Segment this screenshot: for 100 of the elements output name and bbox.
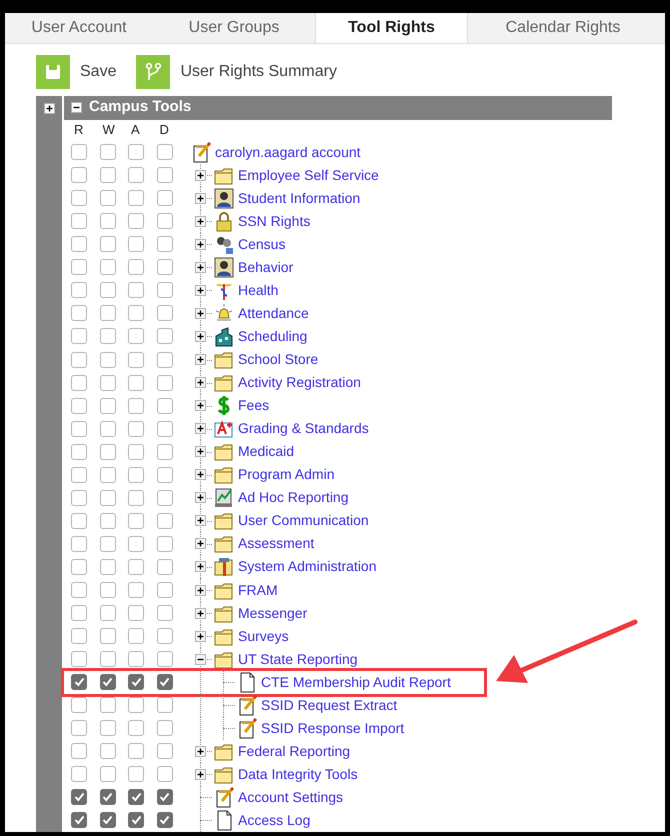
checkbox[interactable] [156, 605, 172, 622]
expand-toggle-icon[interactable] [195, 216, 206, 227]
tab[interactable]: User Account [5, 13, 153, 44]
expand-toggle-icon[interactable] [195, 515, 206, 526]
checkbox[interactable] [71, 558, 87, 575]
tool-link[interactable]: Federal Reporting [238, 740, 350, 762]
checkbox[interactable] [156, 674, 172, 690]
checkbox[interactable] [100, 282, 116, 298]
expand-toggle-icon[interactable] [195, 238, 206, 250]
checkbox[interactable] [100, 444, 116, 460]
expand-toggle-icon[interactable] [195, 746, 206, 757]
checkbox[interactable] [128, 444, 144, 460]
checkbox[interactable] [156, 536, 172, 552]
summary-button[interactable]: User Rights Summary [136, 55, 347, 90]
checkbox[interactable] [100, 674, 116, 690]
checkbox[interactable] [100, 236, 116, 252]
checkbox[interactable] [156, 328, 172, 344]
checkbox[interactable] [71, 144, 87, 160]
tool-link[interactable]: Health [238, 280, 278, 301]
tool-link[interactable]: Ad Hoc Reporting [238, 487, 349, 508]
tool-link[interactable]: Program Admin [238, 464, 334, 486]
checkbox[interactable] [128, 305, 144, 322]
checkbox[interactable] [71, 420, 87, 437]
save-icon[interactable] [36, 55, 70, 90]
checkbox[interactable] [156, 743, 172, 760]
tool-link[interactable]: Account Settings [238, 786, 344, 808]
checkbox[interactable] [100, 374, 116, 391]
checkbox[interactable] [156, 512, 172, 529]
checkbox[interactable] [128, 789, 144, 806]
expand-toggle-icon[interactable] [195, 608, 206, 619]
checkbox[interactable] [71, 444, 87, 460]
checkbox[interactable] [156, 812, 172, 828]
checkbox[interactable] [71, 490, 87, 506]
expand-toggle-icon[interactable] [195, 330, 206, 342]
tool-link[interactable]: Activity Registration [238, 372, 361, 394]
tool-link[interactable]: Behavior [238, 256, 294, 278]
checkbox[interactable] [71, 398, 87, 414]
checkbox[interactable] [71, 259, 87, 276]
tool-link[interactable]: Access Log [238, 810, 310, 831]
checkbox[interactable] [71, 352, 87, 368]
checkbox[interactable] [156, 466, 172, 483]
tab[interactable]: User Groups [153, 13, 315, 44]
checkbox[interactable] [128, 697, 144, 714]
checkbox[interactable] [71, 213, 87, 230]
tool-link[interactable]: FRAM [238, 580, 278, 600]
checkbox[interactable] [156, 789, 172, 806]
checkbox[interactable] [128, 743, 144, 760]
checkbox[interactable] [71, 328, 87, 344]
checkbox[interactable] [128, 213, 144, 230]
checkbox[interactable] [100, 558, 116, 575]
expand-toggle-icon[interactable] [195, 538, 206, 550]
checkbox[interactable] [71, 512, 87, 529]
checkbox[interactable] [71, 305, 87, 322]
checkbox[interactable] [128, 536, 144, 552]
checkbox[interactable] [128, 512, 144, 529]
checkbox[interactable] [156, 398, 172, 414]
checkbox[interactable] [128, 374, 144, 391]
checkbox[interactable] [156, 144, 172, 160]
checkbox[interactable] [100, 766, 116, 782]
checkbox[interactable] [128, 282, 144, 298]
checkbox[interactable] [128, 190, 144, 206]
checkbox[interactable] [71, 582, 87, 598]
checkbox[interactable] [128, 236, 144, 252]
expand-toggle-icon[interactable] [195, 262, 206, 273]
checkbox[interactable] [100, 743, 116, 760]
checkbox[interactable] [71, 674, 87, 690]
checkbox[interactable] [71, 812, 87, 828]
tool-link[interactable]: Employee Self Service [238, 164, 379, 186]
tool-link[interactable]: Attendance [238, 302, 309, 324]
expand-toggle-icon[interactable] [195, 284, 206, 296]
tool-link[interactable]: System Administration [238, 556, 376, 578]
checkbox[interactable] [71, 605, 87, 622]
checkbox[interactable] [100, 605, 116, 622]
checkbox[interactable] [71, 743, 87, 760]
checkbox[interactable] [128, 352, 144, 368]
tool-link[interactable]: SSID Response Import [261, 718, 404, 739]
checkbox[interactable] [100, 512, 116, 529]
expand-toggle-icon[interactable] [195, 400, 206, 412]
checkbox[interactable] [128, 328, 144, 344]
checkbox[interactable] [156, 420, 172, 437]
checkbox[interactable] [71, 466, 87, 483]
checkbox[interactable] [100, 398, 116, 414]
expand-toggle-icon[interactable] [195, 170, 206, 181]
expand-toggle-icon[interactable] [195, 630, 206, 642]
checkbox[interactable] [128, 144, 144, 160]
checkbox[interactable] [100, 466, 116, 483]
checkbox[interactable] [71, 628, 87, 644]
tool-link[interactable]: Grading & Standards [238, 418, 369, 440]
checkbox[interactable] [156, 305, 172, 322]
tool-link[interactable]: Messenger [238, 602, 308, 624]
expand-toggle-icon[interactable] [195, 377, 206, 388]
tab[interactable]: Tool Rights [315, 13, 468, 44]
tool-link[interactable]: CTE Membership Audit Report [261, 672, 451, 693]
checkbox[interactable] [156, 282, 172, 298]
checkbox[interactable] [100, 582, 116, 598]
checkbox[interactable] [128, 558, 144, 575]
checkbox[interactable] [71, 766, 87, 782]
checkbox[interactable] [128, 766, 144, 782]
branch-icon[interactable] [136, 55, 170, 90]
checkbox[interactable] [71, 697, 87, 714]
